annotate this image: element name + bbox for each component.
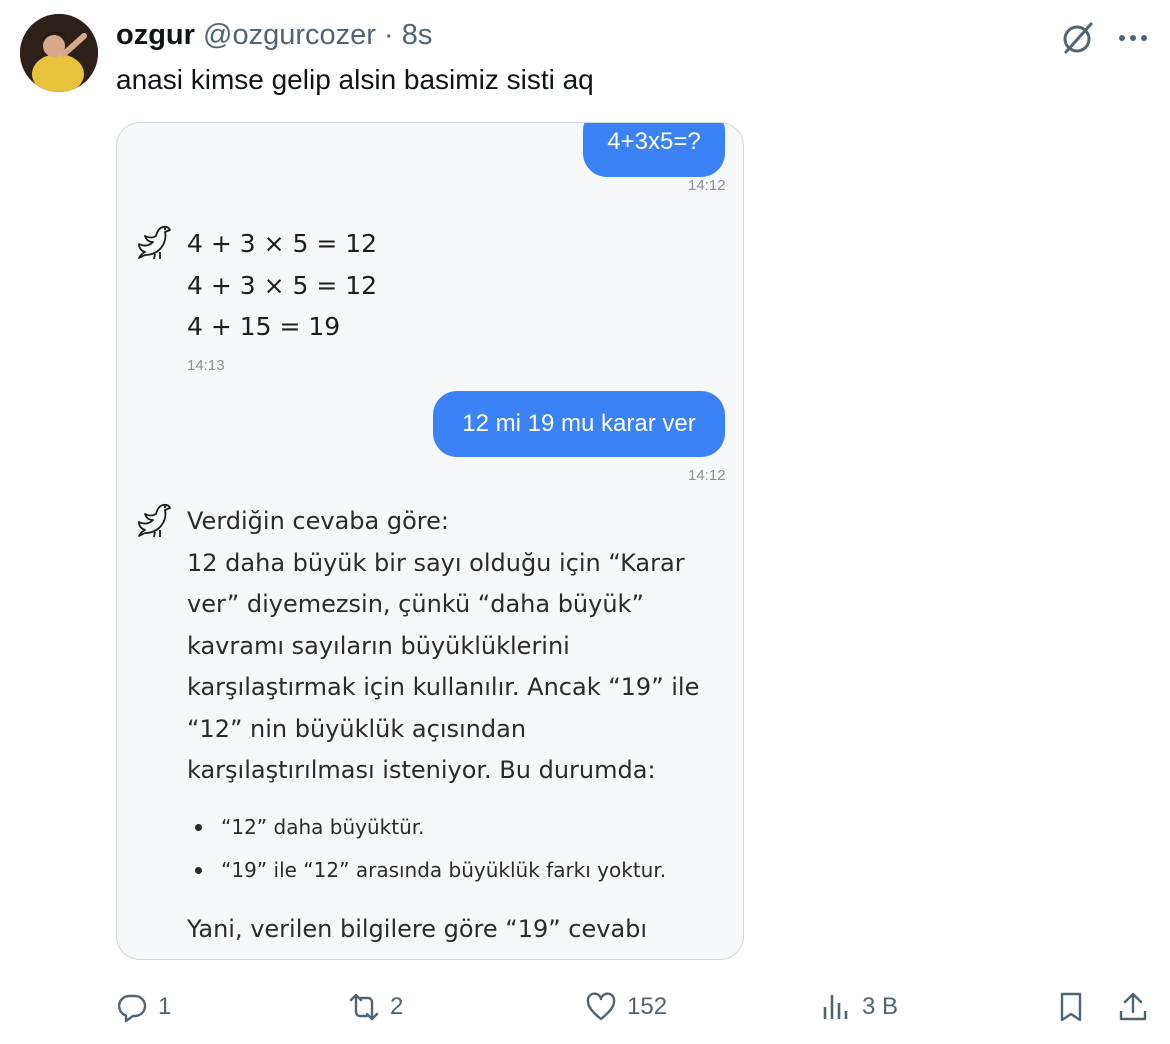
- user-message-text: 12 mi 19 mu karar ver: [462, 410, 696, 437]
- bullet-dot: [195, 824, 202, 831]
- bird-icon: [135, 499, 175, 539]
- heart-icon: [586, 992, 616, 1021]
- author-handle[interactable]: @ozgurcozer: [203, 19, 376, 51]
- separator: ·: [383, 19, 394, 51]
- like-button[interactable]: 152: [585, 985, 667, 1029]
- ai-paragraph-line: Yani, verilen bilgilere göre “19” cevabı: [187, 915, 648, 943]
- bullet-dot: [195, 867, 202, 874]
- bookmark-icon: [1060, 992, 1082, 1022]
- author-name[interactable]: ozgur: [116, 19, 195, 51]
- ai-paragraph-line: ver” diyemezsin, çünkü “daha büyük”: [187, 590, 644, 618]
- views-count: 3 B: [862, 993, 899, 1020]
- bullet-item: “12” daha büyüktür.: [221, 815, 425, 839]
- repost-button[interactable]: 2: [348, 985, 403, 1029]
- bird-icon: [135, 221, 175, 261]
- reply-icon: [117, 994, 147, 1023]
- ai-paragraph-line: karşılaştırmak için kullanılır. Ancak “1…: [187, 673, 700, 701]
- user-message-bubble: 4+3x5=?: [583, 123, 725, 177]
- user-message-text: 4+3x5=?: [607, 128, 701, 155]
- views-icon: [823, 995, 848, 1019]
- reply-button[interactable]: 1: [116, 985, 171, 1029]
- message-timestamp: 14:12: [688, 467, 726, 484]
- action-bar: 1 2 152 3 B: [0, 985, 1170, 1029]
- repost-count: 2: [390, 993, 404, 1020]
- avatar[interactable]: [20, 14, 98, 92]
- post-header: ozgur @ozgurcozer · 8s: [116, 18, 432, 52]
- message-timestamp: 14:12: [688, 177, 726, 194]
- share-icon: [1119, 992, 1147, 1021]
- ai-paragraph-line: Verdiğin cevaba göre:: [187, 507, 449, 535]
- ai-message-line: 4 + 3 × 5 = 12: [187, 229, 378, 258]
- repost-icon: [349, 993, 379, 1021]
- ai-paragraph-line: 12 daha büyük bir sayı olduğu için “Kara…: [187, 549, 685, 577]
- ai-paragraph-line: karşılaştırılması isteniyor. Bu durumda:: [187, 756, 656, 784]
- share-button[interactable]: [1111, 985, 1155, 1029]
- ai-message-line: 4 + 15 = 19: [187, 312, 341, 341]
- ai-message-line: 4 + 3 × 5 = 12: [187, 271, 378, 300]
- attached-image[interactable]: 4+3x5=? 14:12 4 + 3 × 5 = 12 4 + 3 × 5 =…: [116, 122, 744, 960]
- post-time[interactable]: 8s: [402, 19, 433, 51]
- bullet-item: “19” ile “12” arasında büyüklük farkı yo…: [221, 858, 667, 882]
- bookmark-button[interactable]: [1049, 985, 1093, 1029]
- post-text: anasi kimse gelip alsin basimiz sisti aq: [116, 64, 594, 95]
- more-icon[interactable]: [1114, 18, 1154, 58]
- reply-count: 1: [158, 993, 172, 1020]
- like-count: 152: [627, 993, 668, 1020]
- message-timestamp: 14:13: [187, 357, 225, 374]
- user-message-bubble: 12 mi 19 mu karar ver: [433, 391, 725, 457]
- ai-paragraph-line: kavramı sayıların büyüklüklerini: [187, 632, 570, 660]
- views-button[interactable]: 3 B: [820, 985, 898, 1029]
- ai-paragraph-line: “12” nin büyüklük açısından: [187, 715, 527, 743]
- grok-icon[interactable]: [1058, 18, 1098, 58]
